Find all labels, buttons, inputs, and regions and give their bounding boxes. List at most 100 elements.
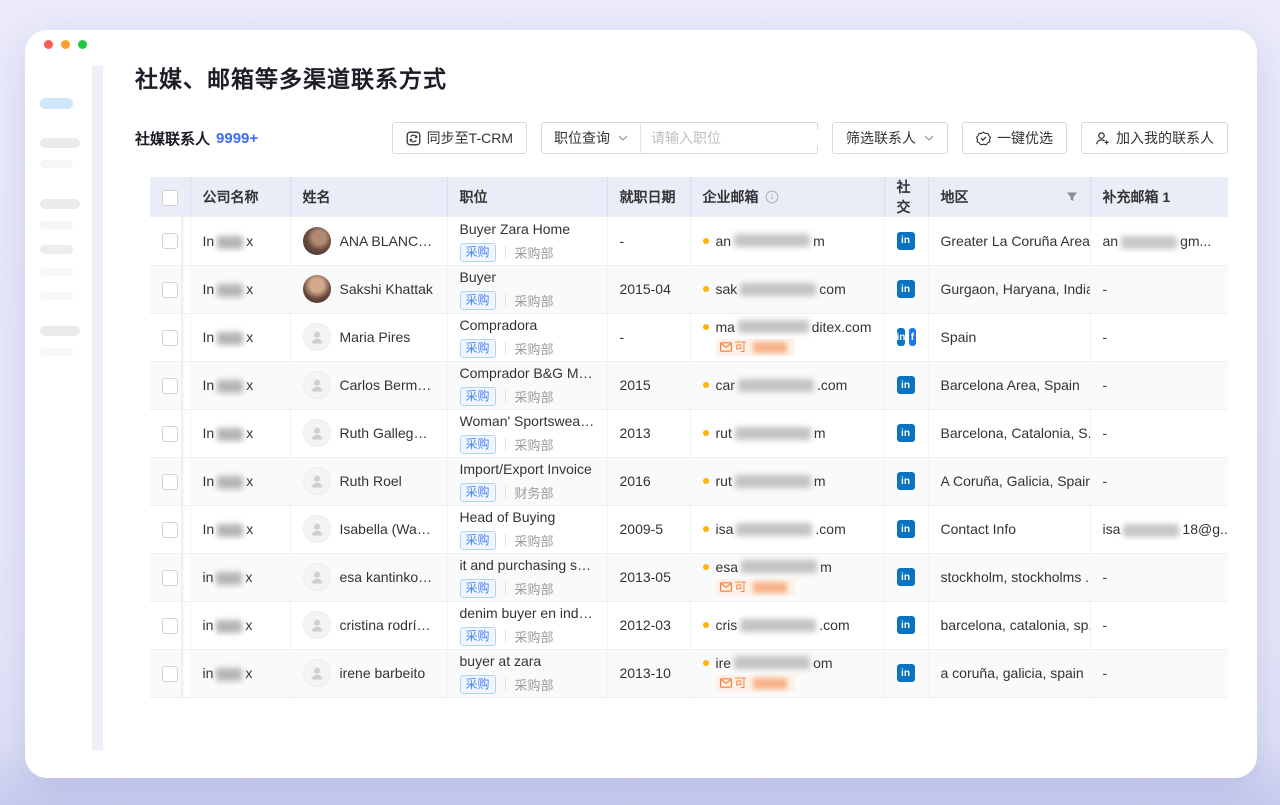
purchase-tag: 采购 bbox=[460, 387, 496, 406]
company-name-cell: inx bbox=[190, 601, 290, 649]
company-name-cell: Inx bbox=[190, 457, 290, 505]
linkedin-icon[interactable]: in bbox=[897, 424, 915, 442]
avatar bbox=[303, 611, 331, 639]
linkedin-icon[interactable]: in bbox=[897, 376, 915, 394]
purchase-tag: 采购 bbox=[460, 435, 496, 454]
company-name-cell: Inx bbox=[190, 265, 290, 313]
table-row: Inx Carlos Bermudo Cr... Comprador B&G M… bbox=[150, 361, 1228, 409]
traffic-light-green-icon[interactable] bbox=[78, 40, 87, 49]
deliverable-badge: 可 bbox=[716, 675, 795, 692]
linkedin-icon[interactable]: in bbox=[897, 664, 915, 682]
row-checkbox[interactable] bbox=[162, 618, 178, 634]
extra-email: - bbox=[1090, 553, 1228, 601]
linkedin-icon[interactable]: in bbox=[897, 232, 915, 250]
company-name-cell: Inx bbox=[190, 409, 290, 457]
person-icon bbox=[309, 377, 325, 393]
social-icons: in bbox=[897, 616, 916, 634]
linkedin-icon[interactable]: in bbox=[897, 616, 915, 634]
social-icons: in bbox=[897, 520, 916, 538]
contacts-count: 9999+ bbox=[216, 130, 258, 147]
select-all-checkbox[interactable] bbox=[162, 190, 178, 206]
contact-name: Ruth Roel bbox=[340, 473, 402, 489]
email-status-dot bbox=[703, 324, 709, 330]
screenshot-root: 社媒、邮箱等多渠道联系方式 社媒联系人 9999+ 同步至T-CRM 职位查询 bbox=[0, 0, 1280, 805]
email-status-dot bbox=[703, 660, 709, 666]
row-checkbox[interactable] bbox=[162, 426, 178, 442]
window-controls bbox=[44, 40, 87, 49]
one-click-optimize-button[interactable]: 一键优选 bbox=[962, 122, 1067, 154]
row-checkbox[interactable] bbox=[162, 330, 178, 346]
column-header-label: 地区 bbox=[941, 187, 969, 207]
column-header-label: 企业邮箱 bbox=[703, 187, 759, 207]
column-header-label: 职位 bbox=[460, 187, 488, 207]
position-search-input[interactable] bbox=[651, 130, 832, 146]
region-text: Gurgaon, Haryana, India bbox=[928, 265, 1090, 313]
email-status-dot bbox=[703, 526, 709, 532]
skeleton-bar-active bbox=[40, 98, 73, 109]
row-checkbox[interactable] bbox=[162, 282, 178, 298]
region-text: Barcelona, Catalonia, S... bbox=[928, 409, 1090, 457]
table-row: Inx Isabella (Watson) L... Head of Buyin… bbox=[150, 505, 1228, 553]
column-header: 职位 bbox=[447, 177, 607, 217]
tag-divider bbox=[505, 582, 506, 595]
corporate-email-cell: rutm 可 bbox=[690, 457, 884, 505]
tag-divider bbox=[505, 678, 506, 691]
position-title: Head of Buying bbox=[460, 508, 595, 526]
employment-date: - bbox=[607, 313, 690, 361]
traffic-light-yellow-icon[interactable] bbox=[61, 40, 70, 49]
corporate-email-cell: maditex.com 可 bbox=[690, 313, 884, 361]
avatar bbox=[303, 419, 331, 447]
position-query-dropdown[interactable]: 职位查询 bbox=[542, 123, 641, 153]
chevron-down-icon bbox=[618, 135, 628, 141]
email-status-dot bbox=[703, 564, 709, 570]
extra-email: - bbox=[1090, 361, 1228, 409]
linkedin-icon[interactable]: in bbox=[897, 280, 915, 298]
filter-icon[interactable] bbox=[1066, 191, 1078, 203]
traffic-light-red-icon[interactable] bbox=[44, 40, 53, 49]
row-checkbox[interactable] bbox=[162, 474, 178, 490]
linkedin-icon[interactable]: in bbox=[897, 328, 906, 346]
sync-tcrm-button[interactable]: 同步至T-CRM bbox=[392, 122, 527, 154]
filter-contacts-dropdown[interactable]: 筛选联系人 bbox=[832, 122, 948, 154]
column-header-label: 公司名称 bbox=[203, 187, 259, 207]
person-icon bbox=[309, 521, 325, 537]
employment-date: 2016 bbox=[607, 457, 690, 505]
column-header: 姓名 bbox=[290, 177, 447, 217]
row-checkbox[interactable] bbox=[162, 522, 178, 538]
region-text: barcelona, catalonia, sp... bbox=[928, 601, 1090, 649]
person-icon bbox=[309, 665, 325, 681]
sync-tcrm-label: 同步至T-CRM bbox=[427, 128, 513, 148]
row-checkbox[interactable] bbox=[162, 570, 178, 586]
department-label: 采购部 bbox=[515, 243, 554, 262]
department-label: 采购部 bbox=[515, 339, 554, 358]
row-checkbox[interactable] bbox=[162, 666, 178, 682]
purchase-tag: 采购 bbox=[460, 675, 496, 694]
tag-divider bbox=[505, 486, 506, 499]
row-checkbox[interactable] bbox=[162, 233, 178, 249]
position-title: Comprador B&G Massi... bbox=[460, 364, 595, 382]
info-icon[interactable] bbox=[765, 190, 779, 204]
blurred-email bbox=[1121, 236, 1177, 249]
email-status-dot bbox=[703, 430, 709, 436]
department-label: 财务部 bbox=[515, 483, 554, 502]
facebook-icon[interactable]: f bbox=[909, 328, 915, 346]
row-checkbox[interactable] bbox=[162, 378, 178, 394]
badge-check-icon bbox=[976, 131, 991, 146]
linkedin-icon[interactable]: in bbox=[897, 472, 915, 490]
region-text: Spain bbox=[928, 313, 1090, 361]
linkedin-icon[interactable]: in bbox=[897, 568, 915, 586]
table-row: Inx Ruth Gallego Agulló Woman' Sportswea… bbox=[150, 409, 1228, 457]
linkedin-icon[interactable]: in bbox=[897, 520, 915, 538]
purchase-tag: 采购 bbox=[460, 531, 496, 550]
column-header: 社交 bbox=[884, 177, 928, 217]
blurred-email bbox=[1123, 524, 1179, 537]
purchase-tag: 采购 bbox=[460, 483, 496, 502]
deliverable-badge: 可 bbox=[716, 579, 795, 596]
tag-divider bbox=[505, 246, 506, 259]
blurred-email bbox=[735, 475, 811, 488]
add-to-contacts-button[interactable]: 加入我的联系人 bbox=[1081, 122, 1228, 154]
email-status-dot bbox=[703, 286, 709, 292]
person-icon bbox=[309, 329, 325, 345]
email-status-dot bbox=[703, 478, 709, 484]
avatar bbox=[303, 659, 331, 687]
